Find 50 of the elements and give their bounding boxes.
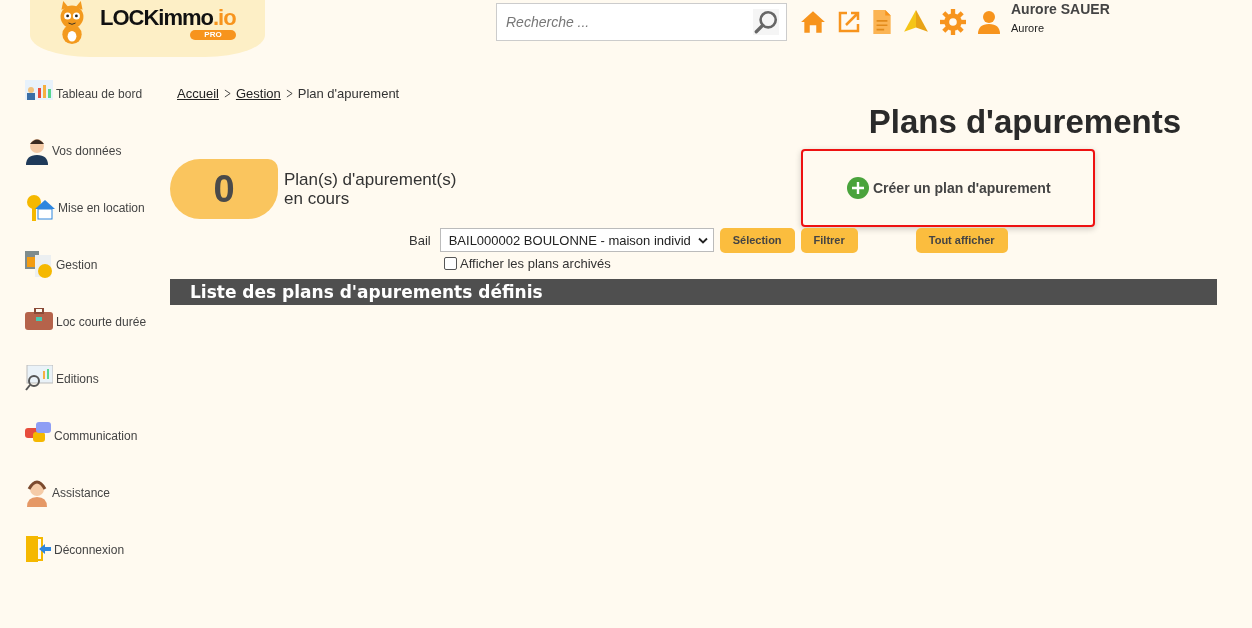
bail-label: Bail: [409, 232, 431, 248]
lease-select[interactable]: BAIL000002 BOULONNE - maison individ: [439, 228, 714, 252]
search-icon[interactable]: [753, 9, 779, 35]
suitcase-icon: [25, 308, 53, 330]
calculator-coin-icon: [25, 251, 53, 279]
filter-button[interactable]: Sélection: [719, 227, 795, 253]
counter-badge: 0: [170, 159, 278, 219]
plus-icon: [847, 177, 869, 199]
user-name[interactable]: Aurore SAUER: [1011, 1, 1110, 17]
breadcrumb-link[interactable]: Accueil: [177, 86, 219, 101]
person-icon: [25, 137, 49, 165]
chevron-icon: [285, 89, 293, 98]
search-field[interactable]: Recherche ...: [496, 3, 787, 41]
logo-wordmark: LOCKimmo.io: [100, 6, 236, 30]
list-header: Liste des plans d'apurements définis: [170, 279, 1217, 305]
paper-plane-icon[interactable]: [903, 9, 929, 35]
filter-button[interactable]: Tout afficher: [915, 227, 1008, 253]
sidebar-item[interactable]: Gestion: [25, 251, 170, 308]
sidebar-item[interactable]: Communication: [25, 422, 170, 479]
document-icon[interactable]: [872, 9, 892, 35]
home-icon[interactable]: [800, 9, 826, 35]
sidebar-item[interactable]: Loc courte durée: [25, 308, 170, 365]
user-icon[interactable]: [977, 9, 1001, 35]
dashboard-chart-icon: [25, 80, 53, 100]
breadcrumb-link[interactable]: Gestion: [235, 86, 281, 101]
chevron-icon: [223, 89, 231, 98]
sidebar-item[interactable]: Déconnexion: [25, 536, 170, 593]
filter-button[interactable]: Filtrer: [800, 227, 858, 253]
user-first-name: Aurore: [1011, 22, 1046, 34]
page-title: Plans d'apurements: [868, 103, 1181, 141]
support-agent-icon: [25, 479, 49, 507]
create-plan-button[interactable]: Créer un plan d'apurement: [847, 177, 1051, 199]
breadcrumb-current: Plan d'apurement: [297, 86, 400, 101]
sidebar-item[interactable]: Vos données: [25, 137, 170, 194]
sidebar-item[interactable]: Assistance: [25, 479, 170, 536]
checkbox-label: Afficher les plans archivés: [460, 256, 611, 271]
monitor-magnifier-icon: [25, 365, 53, 391]
external-link-icon[interactable]: [837, 10, 861, 34]
chevron-down-icon: [697, 236, 708, 244]
key-house-icon: [25, 194, 55, 222]
sidebar-item[interactable]: Tableau de bord: [25, 80, 170, 137]
pro-badge: PRO: [190, 30, 236, 40]
counter-label: Plan(s) d'apurement(s) en cours: [284, 170, 457, 208]
settings-icon[interactable]: [940, 9, 966, 35]
sidebar-item[interactable]: Editions: [25, 365, 170, 422]
sidebar-item[interactable]: Mise en location: [25, 194, 170, 251]
logo[interactable]: LOCKimmo.io PRO: [30, 0, 265, 57]
archived-checkbox[interactable]: [444, 257, 457, 270]
exit-door-icon: [25, 536, 51, 562]
chat-bubbles-icon: [25, 422, 51, 444]
